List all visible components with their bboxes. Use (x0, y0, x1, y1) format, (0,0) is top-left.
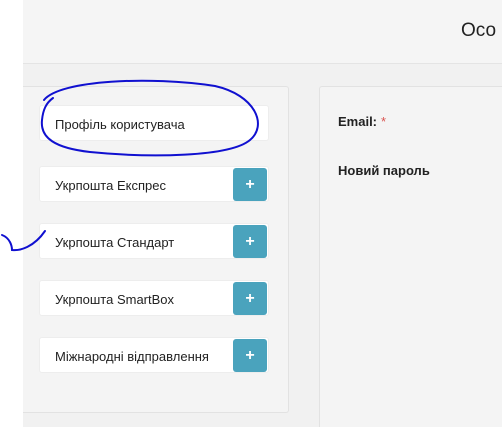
form-panel (319, 86, 502, 427)
sidebar-item-standard[interactable]: Укрпошта Стандарт + (39, 223, 269, 259)
page-title: Осо (461, 20, 497, 41)
add-express-button[interactable]: + (233, 168, 267, 201)
left-gutter (0, 0, 23, 427)
page-header (23, 0, 502, 64)
add-international-button[interactable]: + (233, 339, 267, 372)
email-label-text: Email: (338, 114, 378, 129)
sidebar-item-label: Профіль користувача (55, 117, 185, 132)
sidebar-item-label: Укрпошта Експрес (55, 178, 166, 193)
sidebar-item-label: Укрпошта SmartBox (55, 292, 175, 307)
sidebar-item-label: Міжнародні відправлення (55, 349, 209, 364)
sidebar-item-express[interactable]: Укрпошта Експрес + (39, 166, 269, 202)
sidebar-item-label: Укрпошта Стандарт (55, 235, 175, 250)
add-smartbox-button[interactable]: + (233, 282, 267, 315)
sidebar-item-international[interactable]: Міжнародні відправлення + (39, 337, 269, 373)
add-standard-button[interactable]: + (233, 225, 267, 258)
required-mark: * (381, 114, 387, 129)
sidebar-item-smartbox[interactable]: Укрпошта SmartBox + (39, 280, 269, 316)
new-password-label: Новий пароль (338, 163, 430, 178)
sidebar-item-profile[interactable]: Профіль користувача (39, 105, 269, 141)
email-label: Email: * (338, 114, 386, 129)
